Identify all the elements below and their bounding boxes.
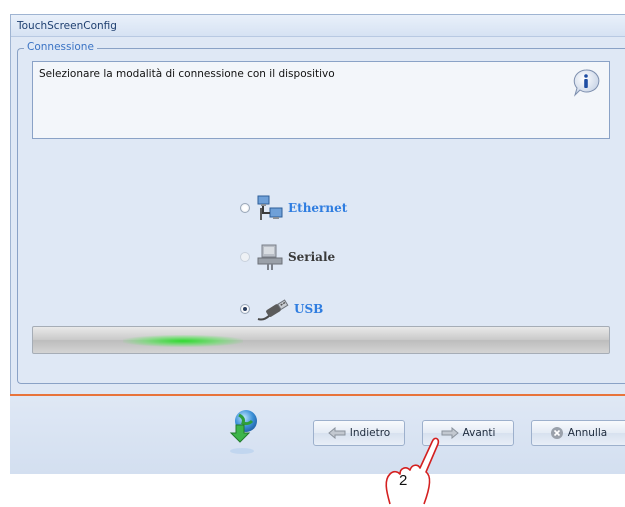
seriale-radio	[240, 252, 250, 262]
connection-progress-bar	[32, 326, 610, 354]
info-icon	[573, 69, 600, 97]
group-legend: Connessione	[24, 41, 97, 53]
usb-cable-icon	[257, 299, 289, 321]
ethernet-radio[interactable]	[240, 203, 250, 213]
arrow-left-icon	[328, 427, 346, 439]
cancel-button[interactable]: Annulla	[531, 420, 625, 446]
arrow-right-icon	[441, 427, 459, 439]
ethernet-label: Ethernet	[288, 201, 348, 215]
option-seriale: Seriale	[240, 242, 335, 272]
cancel-button-label: Annulla	[567, 427, 608, 439]
cancel-circle-icon	[550, 427, 563, 439]
option-ethernet[interactable]: Ethernet	[240, 193, 347, 223]
footer-separator	[10, 394, 625, 396]
serial-port-icon	[257, 244, 283, 270]
hand-pointer-icon	[385, 437, 440, 505]
callout-number: 2	[399, 472, 408, 489]
network-computers-icon	[257, 195, 283, 220]
info-panel: Selezionare la modalità di connessione c…	[32, 61, 610, 139]
window-title: TouchScreenConfig	[11, 15, 625, 37]
info-text: Selezionare la modalità di connessione c…	[39, 68, 335, 80]
download-globe-icon	[229, 410, 257, 454]
usb-radio[interactable]	[240, 304, 250, 314]
progress-glow	[123, 335, 243, 347]
usb-label: USB	[294, 302, 324, 316]
option-usb[interactable]: USB	[240, 294, 323, 324]
seriale-label: Seriale	[288, 250, 336, 264]
next-button-label: Avanti	[462, 427, 496, 439]
